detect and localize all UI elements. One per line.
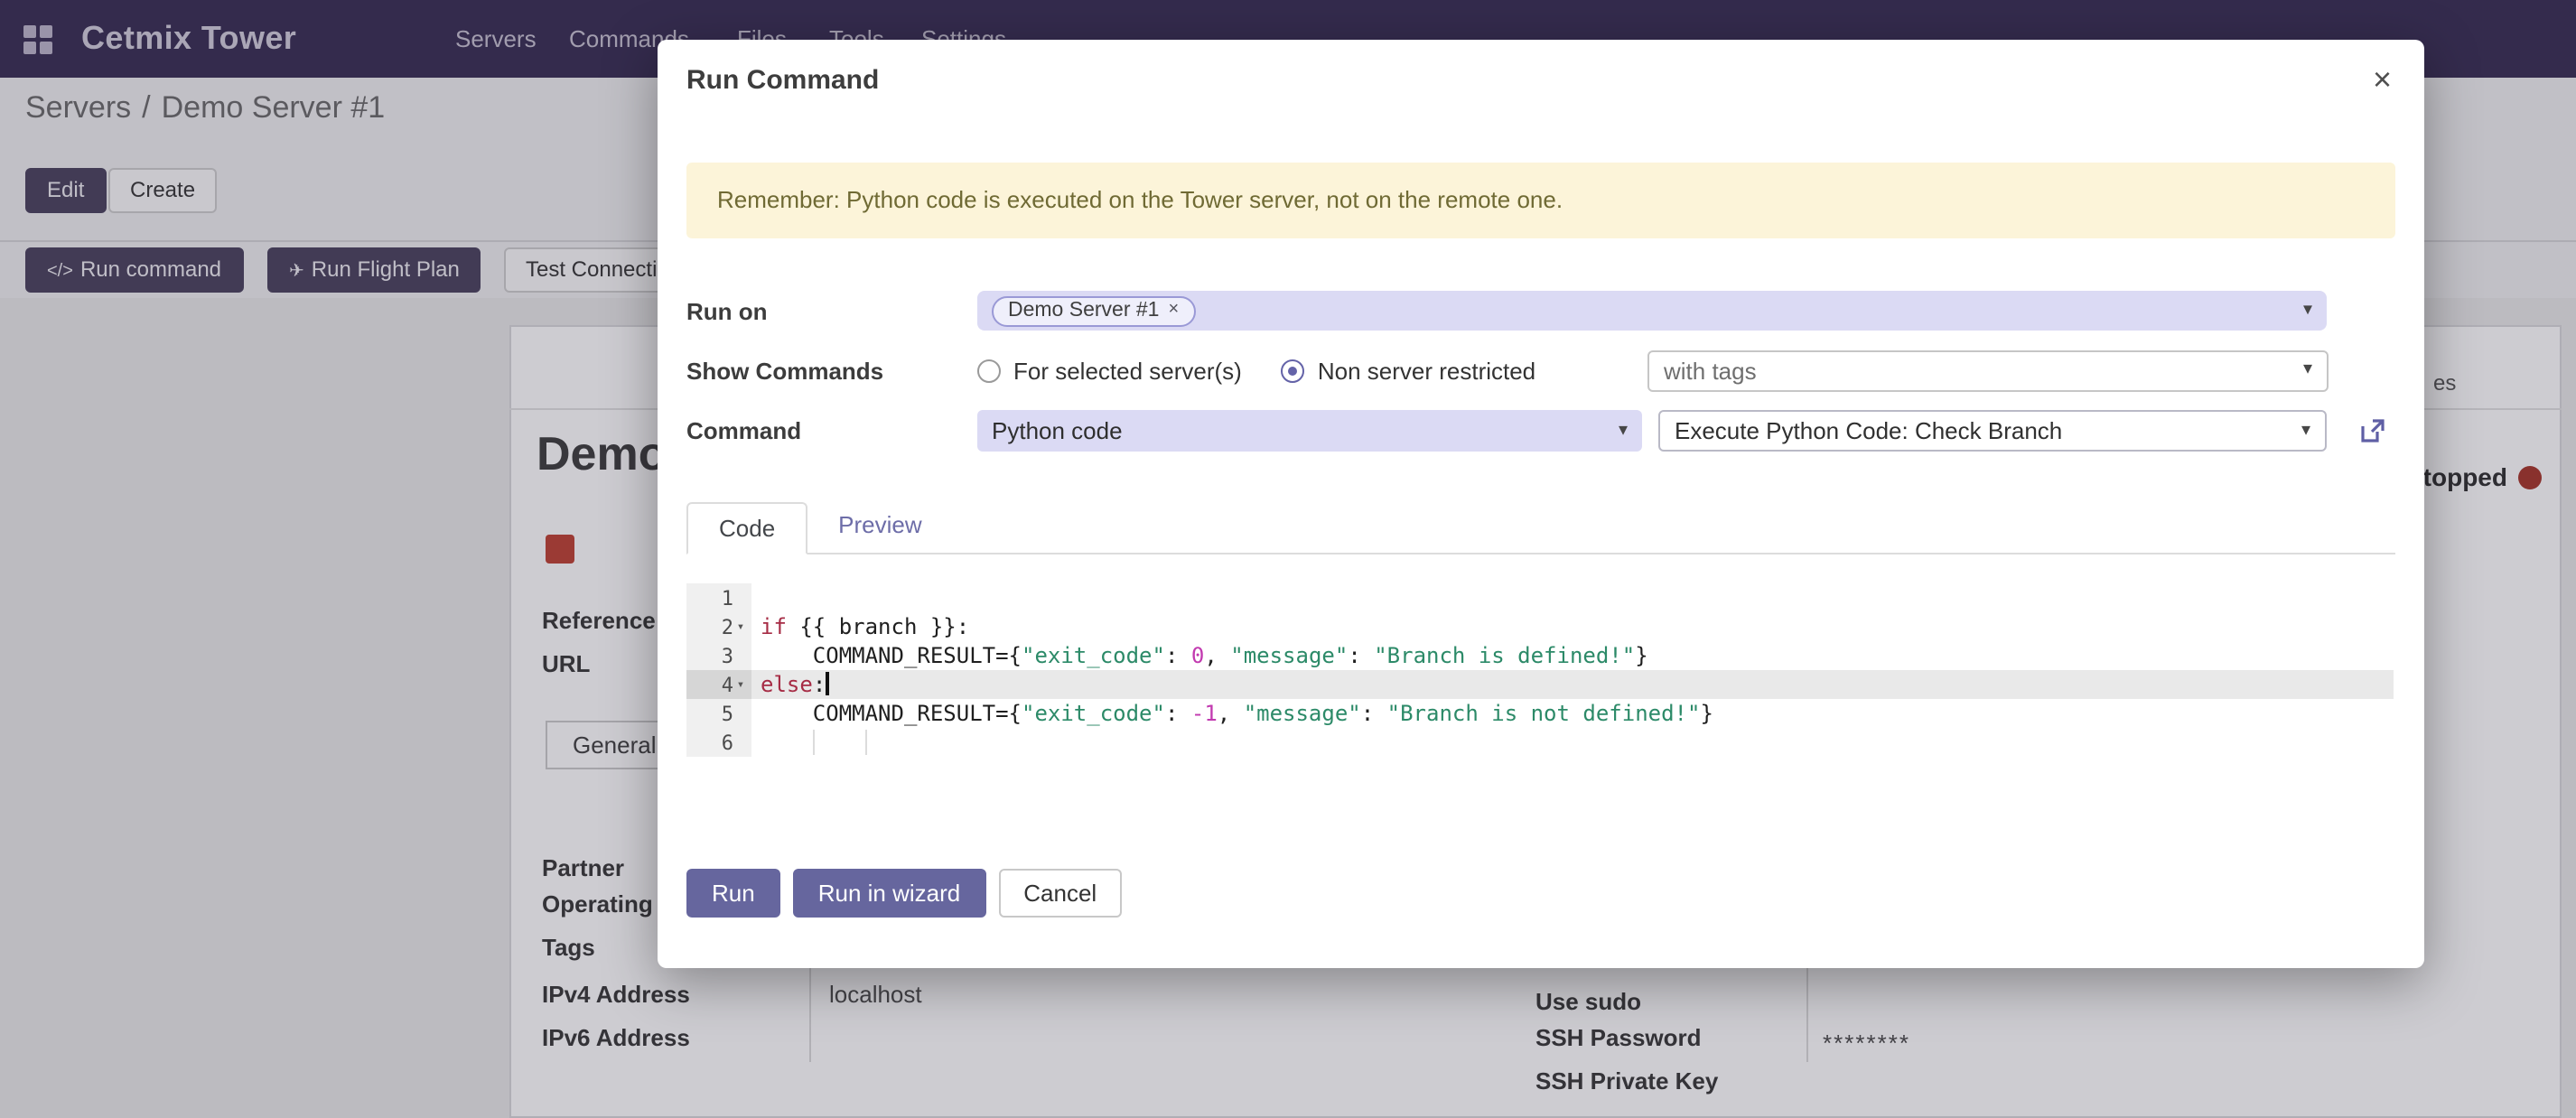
gutter-line-number[interactable]: 1 — [686, 583, 751, 612]
command-label: Command — [686, 417, 977, 444]
chevron-down-icon[interactable]: ▾ — [2303, 301, 2312, 321]
editor-gutter: 12▾34▾56 — [686, 583, 751, 757]
gutter-line-number[interactable]: 3 — [686, 641, 751, 670]
code-line[interactable]: else: — [751, 670, 2394, 699]
run-on-row: Run on Demo Server #1 × ▾ — [686, 291, 2395, 331]
radio-label: Non server restricted — [1318, 357, 1535, 384]
radio-for-selected-servers[interactable]: For selected server(s) — [977, 357, 1242, 384]
command-type-select[interactable]: Python code ▾ — [977, 410, 1642, 452]
command-select[interactable]: Execute Python Code: Check Branch ▾ — [1658, 410, 2327, 452]
tag-remove-icon[interactable]: × — [1168, 302, 1179, 320]
radio-icon[interactable] — [977, 359, 1001, 382]
notebook-tabs: Code Preview — [686, 502, 2395, 554]
show-commands-label: Show Commands — [686, 357, 977, 384]
run-command-form: Run on Demo Server #1 × ▾ Show Commands — [686, 291, 2395, 452]
fold-arrow-icon[interactable]: ▾ — [733, 620, 748, 634]
code-line[interactable]: COMMAND_RESULT={"exit_code": 0, "message… — [751, 641, 2394, 670]
gutter-line-number[interactable]: 4▾ — [686, 670, 751, 699]
radio-label: For selected server(s) — [1013, 357, 1242, 384]
fold-arrow-icon[interactable]: ▾ — [733, 677, 748, 692]
cancel-button[interactable]: Cancel — [998, 869, 1122, 918]
server-tag[interactable]: Demo Server #1 × — [992, 295, 1195, 326]
server-tag-label: Demo Server #1 — [1008, 300, 1159, 321]
run-on-label: Run on — [686, 297, 977, 324]
dialog-title: Run Command — [686, 65, 2373, 98]
screen: Cetmix Tower Servers Commands Files Tool… — [0, 0, 2576, 1118]
run-command-dialog: Run Command × Remember: Python code is e… — [658, 40, 2424, 968]
gutter-line-number[interactable]: 5 — [686, 699, 751, 728]
chevron-down-icon[interactable]: ▾ — [1619, 410, 1628, 451]
warning-alert: Remember: Python code is executed on the… — [686, 163, 2395, 238]
external-link-icon[interactable] — [2357, 415, 2388, 446]
tab-code[interactable]: Code — [686, 502, 807, 554]
dialog-footer: Run Run in wizard Cancel — [686, 869, 2395, 918]
dialog-header: Run Command × — [658, 40, 2424, 98]
dialog-body: Remember: Python code is executed on the… — [658, 163, 2424, 918]
run-on-field[interactable]: Demo Server #1 × ▾ — [977, 291, 2327, 331]
with-tags-select[interactable]: with tags ▾ — [1647, 349, 2329, 391]
close-icon[interactable]: × — [2373, 65, 2392, 94]
chevron-down-icon[interactable]: ▾ — [2301, 411, 2310, 449]
run-button[interactable]: Run — [686, 869, 780, 918]
command-row: Command Python code ▾ Execute Python Cod… — [686, 410, 2395, 452]
code-line[interactable]: if {{ branch }}: — [751, 612, 2394, 641]
text-cursor — [826, 672, 829, 695]
run-in-wizard-button[interactable]: Run in wizard — [793, 869, 986, 918]
tab-preview[interactable]: Preview — [807, 500, 953, 553]
show-commands-row: Show Commands For selected server(s) Non… — [686, 350, 2395, 390]
code-line[interactable]: COMMAND_RESULT={"exit_code": -1, "messag… — [751, 699, 2394, 728]
code-line[interactable] — [751, 583, 2394, 612]
chevron-down-icon[interactable]: ▾ — [2303, 350, 2312, 388]
gutter-line-number[interactable]: 2▾ — [686, 612, 751, 641]
editor-lines: if {{ branch }}: COMMAND_RESULT={"exit_c… — [751, 583, 2394, 757]
gutter-line-number[interactable]: 6 — [686, 728, 751, 757]
radio-non-server-restricted[interactable]: Non server restricted — [1282, 357, 1535, 384]
radio-selected-icon[interactable] — [1282, 359, 1305, 382]
code-editor[interactable]: 12▾34▾56 if {{ branch }}: COMMAND_RESULT… — [686, 583, 2394, 757]
code-line[interactable] — [751, 728, 2394, 757]
